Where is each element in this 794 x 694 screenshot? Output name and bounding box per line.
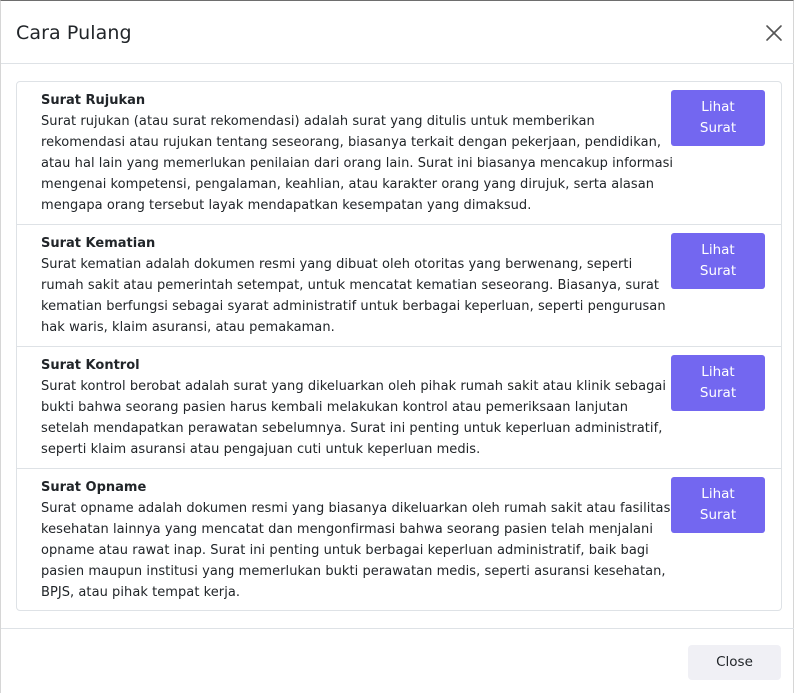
button-label-line1: Lihat (701, 486, 735, 502)
modal-header: Cara Pulang (1, 1, 794, 64)
letter-list: Surat Rujukan Surat rujukan (atau surat … (16, 81, 782, 611)
modal-body: Surat Rujukan Surat rujukan (atau surat … (1, 64, 794, 628)
button-label-line2: Surat (699, 385, 737, 401)
item-title: Surat Rujukan (41, 93, 146, 108)
modal-title: Cara Pulang (16, 22, 132, 44)
button-label-line2: Surat (699, 263, 737, 279)
list-item-surat-rujukan: Surat Rujukan Surat rujukan (atau surat … (17, 82, 781, 225)
list-item-surat-kematian: Surat Kematian Surat kematian adalah dok… (17, 225, 781, 347)
item-description: Surat kematian adalah dokumen resmi yang… (41, 257, 666, 335)
item-title: Surat Kontrol (41, 358, 140, 373)
modal-footer: Close (1, 628, 794, 694)
view-letter-button-kematian[interactable]: Lihat Surat (671, 233, 765, 289)
button-label-line1: Lihat (701, 99, 735, 115)
button-label-line1: Lihat (701, 242, 735, 258)
close-button[interactable]: Close (688, 645, 781, 680)
item-description: Surat rujukan (atau surat rekomendasi) a… (41, 114, 674, 213)
view-letter-button-opname[interactable]: Lihat Surat (671, 477, 765, 533)
button-label-line1: Lihat (701, 364, 735, 380)
view-letter-button-kontrol[interactable]: Lihat Surat (671, 355, 765, 411)
list-item-surat-kontrol: Surat Kontrol Surat kontrol berobat adal… (17, 347, 781, 469)
item-description: Surat kontrol berobat adalah surat yang … (41, 379, 667, 457)
button-label-line2: Surat (699, 120, 737, 136)
item-title: Surat Opname (41, 480, 147, 495)
item-title: Surat Kematian (41, 236, 156, 251)
close-x-icon[interactable] (764, 23, 784, 43)
view-letter-button-rujukan[interactable]: Lihat Surat (671, 90, 765, 146)
list-item-surat-opname: Surat Opname Surat opname adalah dokumen… (17, 469, 781, 610)
modal-dialog: Cara Pulang Surat Rujukan Surat rujukan … (0, 0, 794, 693)
item-description: Surat opname adalah dokumen resmi yang b… (41, 501, 671, 600)
button-label-line2: Surat (699, 507, 737, 523)
